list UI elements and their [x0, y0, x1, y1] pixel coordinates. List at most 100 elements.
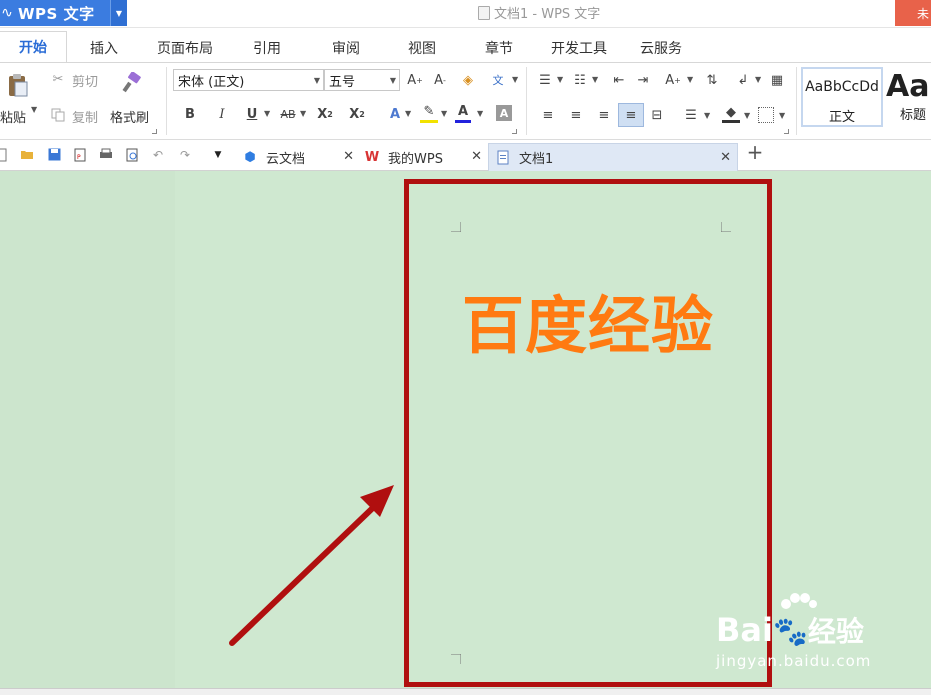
border-icon[interactable]: [758, 107, 774, 123]
paw-du-icon: 🐾: [772, 615, 808, 648]
phonetic-guide-icon[interactable]: 文: [487, 69, 509, 91]
text-effect-icon[interactable]: A: [386, 105, 404, 123]
font-color-icon[interactable]: A: [455, 103, 471, 123]
watermark-brand: Bai🐾经验: [716, 610, 864, 650]
font-launcher-icon[interactable]: [512, 129, 517, 134]
underline-icon[interactable]: U: [244, 105, 260, 123]
tab-references[interactable]: 引用: [253, 38, 281, 58]
cut-button[interactable]: 剪切: [72, 71, 98, 90]
close-icon[interactable]: ✕: [471, 149, 482, 164]
tab-cloud-service[interactable]: 云服务: [640, 38, 682, 58]
chevron-down-icon[interactable]: ▼: [755, 75, 761, 84]
export-pdf-icon[interactable]: P: [73, 148, 87, 162]
align-right-icon[interactable]: ≡: [596, 107, 612, 123]
paste-dropdown-icon[interactable]: ▼: [31, 105, 37, 114]
print-preview-icon[interactable]: [125, 148, 139, 162]
shrink-font-icon[interactable]: A-: [431, 71, 449, 89]
show-marks-icon[interactable]: ↲: [734, 71, 752, 89]
paragraph-launcher-icon[interactable]: [784, 129, 789, 134]
clipboard-launcher-icon[interactable]: [152, 129, 157, 134]
align-center-icon[interactable]: ≡: [568, 107, 584, 123]
font-name-value: 宋体 (正文): [178, 74, 245, 90]
save-icon[interactable]: [47, 148, 61, 162]
chevron-down-icon[interactable]: ▼: [779, 111, 785, 120]
login-button[interactable]: 未: [895, 0, 931, 26]
quick-access-bar: P ↶ ↷ ▼ ⬢ 云文档 ✕ W 我的WPS ✕ 文档1 ✕ +: [0, 140, 931, 171]
chevron-down-icon[interactable]: ▼: [687, 75, 693, 84]
doc-tab-document1[interactable]: 文档1 ✕: [488, 143, 738, 171]
tab-developer[interactable]: 开发工具: [551, 38, 607, 58]
chevron-down-icon[interactable]: ▼: [512, 75, 518, 84]
watermark-url: jingyan.baidu.com: [716, 652, 872, 670]
wps-w-icon: W: [364, 149, 380, 165]
close-icon[interactable]: ✕: [343, 149, 354, 164]
document-heading[interactable]: 百度经验: [409, 275, 767, 365]
app-menu-button[interactable]: ∿ WPS 文字 ▼: [0, 0, 127, 26]
scissors-icon: ✂: [52, 71, 64, 87]
status-bar: [0, 688, 931, 695]
paste-icon[interactable]: [4, 71, 32, 99]
font-name-select[interactable]: 宋体 (正文) ▼: [173, 69, 324, 91]
italic-icon[interactable]: I: [214, 105, 230, 123]
doc-tab-label: 云文档: [266, 151, 306, 167]
ribbon-tabs: 开始 插入 页面布局 引用 审阅 视图 章节 开发工具 云服务: [0, 28, 931, 62]
change-case-icon[interactable]: A +: [664, 71, 682, 89]
subscript-icon[interactable]: X2: [348, 105, 366, 123]
character-shading-icon[interactable]: A: [496, 105, 512, 121]
bullet-list-icon[interactable]: ☰: [536, 71, 554, 89]
style-heading[interactable]: AaI 标题: [884, 67, 931, 127]
chevron-down-icon[interactable]: ▼: [264, 109, 270, 118]
chevron-down-icon[interactable]: ▼: [704, 111, 710, 120]
chevron-down-icon[interactable]: ▼: [744, 111, 750, 120]
table-icon[interactable]: ▦: [768, 71, 786, 89]
superscript-icon[interactable]: X2: [316, 105, 334, 123]
undo-icon[interactable]: ↶: [151, 148, 165, 162]
chevron-down-icon: ▼: [313, 76, 320, 85]
new-document-icon[interactable]: [0, 148, 8, 162]
chevron-down-icon[interactable]: ▼: [441, 109, 447, 118]
paste-button[interactable]: 粘贴: [0, 107, 26, 126]
align-left-icon[interactable]: ≡: [540, 107, 556, 123]
app-menu-dropdown-icon[interactable]: ▼: [110, 0, 127, 26]
decrease-indent-icon[interactable]: ⇤: [610, 71, 628, 89]
svg-text:P: P: [77, 154, 81, 161]
customize-toolbar-icon[interactable]: ▼: [211, 148, 225, 162]
line-spacing-icon[interactable]: ☰: [682, 107, 700, 123]
chevron-down-icon[interactable]: ▼: [557, 75, 563, 84]
bold-icon[interactable]: B: [182, 105, 198, 123]
window-title-text: 文档1 - WPS 文字: [494, 7, 601, 22]
numbered-list-icon[interactable]: ☷: [571, 71, 589, 89]
strikethrough-icon[interactable]: AB: [278, 105, 298, 123]
chevron-down-icon[interactable]: ▼: [300, 109, 306, 118]
paragraph-shading-icon[interactable]: ◆: [722, 105, 740, 123]
tab-view[interactable]: 视图: [408, 38, 436, 58]
chevron-down-icon[interactable]: ▼: [405, 109, 411, 118]
increase-indent-icon[interactable]: ⇥: [634, 71, 652, 89]
print-icon[interactable]: [99, 148, 113, 162]
highlight-icon[interactable]: ✎: [420, 103, 438, 123]
style-normal[interactable]: AaBbCcDd 正文: [801, 67, 883, 127]
chevron-down-icon[interactable]: ▼: [592, 75, 598, 84]
grow-font-icon[interactable]: A +: [406, 71, 424, 89]
justify-icon[interactable]: ≡: [618, 103, 644, 127]
sort-icon[interactable]: ⇅: [703, 71, 721, 89]
open-folder-icon[interactable]: [20, 148, 34, 162]
format-painter-button[interactable]: 格式刷: [110, 107, 149, 126]
chevron-down-icon[interactable]: ▼: [477, 109, 483, 118]
tab-home[interactable]: 开始: [0, 31, 67, 62]
tab-page-layout[interactable]: 页面布局: [157, 38, 213, 58]
clear-format-icon[interactable]: ◈: [459, 71, 477, 89]
doc-tab-cloud[interactable]: ⬢ 云文档 ✕: [236, 143, 360, 171]
copy-button[interactable]: 复制: [72, 107, 98, 126]
distributed-align-icon[interactable]: ⊟: [648, 107, 666, 123]
doc-tab-my-wps[interactable]: W 我的WPS ✕: [360, 143, 488, 171]
tab-chapter[interactable]: 章节: [485, 38, 513, 58]
style-name: 标题: [900, 108, 927, 123]
font-size-select[interactable]: 五号 ▼: [324, 69, 400, 91]
new-tab-icon[interactable]: +: [746, 142, 764, 165]
tab-review[interactable]: 审阅: [332, 38, 360, 58]
redo-icon[interactable]: ↷: [178, 148, 192, 162]
tab-insert[interactable]: 插入: [90, 38, 118, 58]
close-icon[interactable]: ✕: [720, 150, 731, 165]
divider: [796, 67, 797, 135]
